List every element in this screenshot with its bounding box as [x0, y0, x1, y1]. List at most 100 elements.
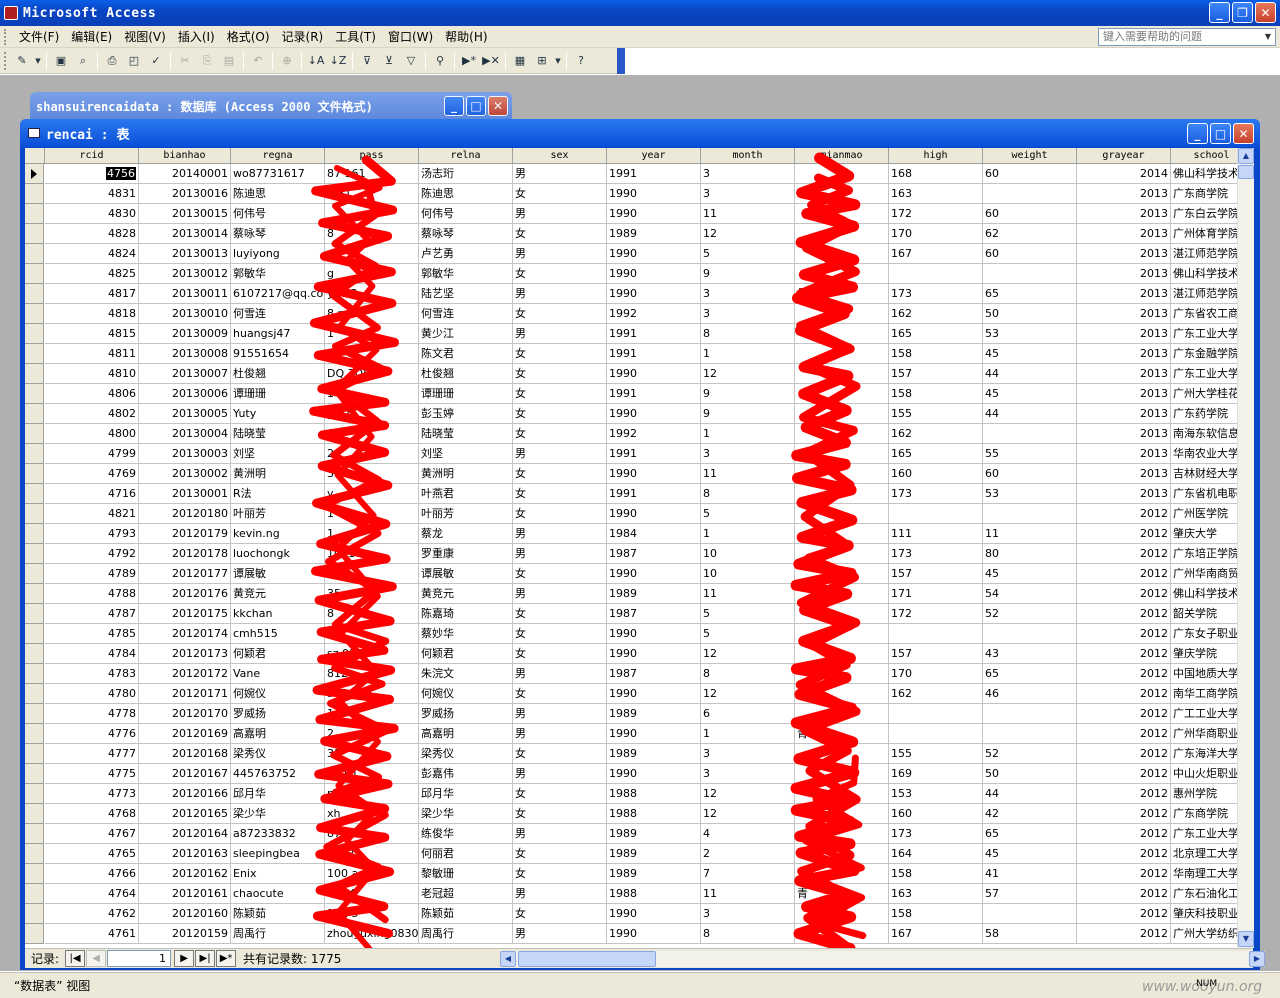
- table-cell-relna[interactable]: 黄竞元: [419, 584, 513, 604]
- table-cell-sex[interactable]: 男: [513, 324, 607, 344]
- table-cell-high[interactable]: 173: [889, 544, 983, 564]
- table-cell-year[interactable]: 1988: [607, 804, 701, 824]
- table-cell-rcid[interactable]: 4756: [45, 164, 139, 184]
- table-cell-month[interactable]: 8: [701, 484, 795, 504]
- new-object-dropdown-icon[interactable]: ▼: [554, 51, 562, 71]
- table-cell-pass[interactable]: 100 aa: [325, 864, 419, 884]
- table-cell-regna[interactable]: 叶丽芳: [231, 504, 325, 524]
- table-cell-mianmao[interactable]: [795, 444, 889, 464]
- table-cell-grayear[interactable]: 2012: [1077, 884, 1171, 904]
- row-selector[interactable]: [25, 544, 44, 564]
- table-cell-regna[interactable]: 6107217@qq.com: [231, 284, 325, 304]
- table-cell-pass[interactable]: y j 13: [325, 284, 419, 304]
- column-header-month[interactable]: month: [701, 148, 795, 164]
- filter-by-form-icon[interactable]: ⊻: [379, 51, 399, 71]
- table-cell-year[interactable]: 1990: [607, 684, 701, 704]
- row-selector[interactable]: [25, 684, 44, 704]
- table-cell-grayear[interactable]: 2012: [1077, 624, 1171, 644]
- table-cell-year[interactable]: 1990: [607, 364, 701, 384]
- row-selector[interactable]: [25, 744, 44, 764]
- row-selector[interactable]: [25, 524, 44, 544]
- table-cell-mianmao[interactable]: [795, 384, 889, 404]
- table-cell-sex[interactable]: 女: [513, 344, 607, 364]
- table-cell-relna[interactable]: 杜俊翘: [419, 364, 513, 384]
- table-cell-year[interactable]: 1990: [607, 404, 701, 424]
- table-cell-rcid[interactable]: 4780: [45, 684, 139, 704]
- table-cell-pass[interactable]: 87 161: [325, 164, 419, 184]
- table-cell-mianmao[interactable]: 青: [795, 884, 889, 904]
- table-cell-rcid[interactable]: 4768: [45, 804, 139, 824]
- copy-icon[interactable]: ⎘: [197, 51, 217, 71]
- table-cell-month[interactable]: 11: [701, 464, 795, 484]
- table-cell-relna[interactable]: 何丽君: [419, 844, 513, 864]
- table-cell-high[interactable]: 158: [889, 344, 983, 364]
- table-cell-sex[interactable]: 男: [513, 764, 607, 784]
- table-cell-sex[interactable]: 男: [513, 884, 607, 904]
- table-cell-regna[interactable]: 谭珊珊: [231, 384, 325, 404]
- sort-descending-icon[interactable]: ↓Z: [328, 51, 348, 71]
- table-cell-grayear[interactable]: 2012: [1077, 644, 1171, 664]
- table-cell-regna[interactable]: 梁少华: [231, 804, 325, 824]
- table-cell-bianhao[interactable]: 20120164: [139, 824, 231, 844]
- table-cell-pass[interactable]: 8: [325, 604, 419, 624]
- table-cell-pass[interactable]: g: [325, 264, 419, 284]
- table-cell-pass[interactable]: p g1: [325, 404, 419, 424]
- table-cell-high[interactable]: 171: [889, 584, 983, 604]
- table-cell-month[interactable]: 3: [701, 764, 795, 784]
- table-cell-sex[interactable]: 男: [513, 584, 607, 604]
- table-cell-mianmao[interactable]: [795, 264, 889, 284]
- table-cell-weight[interactable]: 65: [983, 664, 1077, 684]
- table-cell-bianhao[interactable]: 20130009: [139, 324, 231, 344]
- table-cell-weight[interactable]: 52: [983, 604, 1077, 624]
- table-cell-bianhao[interactable]: 20120160: [139, 904, 231, 924]
- table-cell-rcid[interactable]: 4824: [45, 244, 139, 264]
- table-cell-bianhao[interactable]: 20130013: [139, 244, 231, 264]
- table-cell-regna[interactable]: 郭敏华: [231, 264, 325, 284]
- table-cell-sex[interactable]: 女: [513, 264, 607, 284]
- table-cell-month[interactable]: 8: [701, 324, 795, 344]
- table-cell-mianmao[interactable]: [795, 164, 889, 184]
- table-cell-weight[interactable]: 46: [983, 684, 1077, 704]
- table-cell-grayear[interactable]: 2012: [1077, 844, 1171, 864]
- table-cell-grayear[interactable]: 2013: [1077, 204, 1171, 224]
- table-cell-regna[interactable]: luochongk: [231, 544, 325, 564]
- undo-icon[interactable]: ↶: [248, 51, 268, 71]
- spelling-icon[interactable]: ✓: [146, 51, 166, 71]
- table-cell-weight[interactable]: 60: [983, 204, 1077, 224]
- table-cell-regna[interactable]: luyiyong: [231, 244, 325, 264]
- table-cell-weight[interactable]: 52: [983, 744, 1077, 764]
- table-cell-pass[interactable]: y: [325, 484, 419, 504]
- table-cell-bianhao[interactable]: 20120180: [139, 504, 231, 524]
- table-cell-weight[interactable]: 43: [983, 644, 1077, 664]
- table-cell-pass[interactable]: 8 ng: [325, 304, 419, 324]
- table-cell-year[interactable]: 1992: [607, 304, 701, 324]
- table-cell-grayear[interactable]: 2013: [1077, 404, 1171, 424]
- table-cell-mianmao[interactable]: [795, 484, 889, 504]
- table-cell-mianmao[interactable]: [795, 204, 889, 224]
- table-cell-relna[interactable]: 郭敏华: [419, 264, 513, 284]
- table-cell-year[interactable]: 1989: [607, 584, 701, 604]
- table-cell-bianhao[interactable]: 20130002: [139, 464, 231, 484]
- table-cell-sex[interactable]: 男: [513, 444, 607, 464]
- table-cell-relna[interactable]: 蔡龙: [419, 524, 513, 544]
- table-cell-high[interactable]: 165: [889, 324, 983, 344]
- table-cell-mianmao[interactable]: [795, 344, 889, 364]
- table-cell-mianmao[interactable]: 员: [795, 284, 889, 304]
- table-cell-high[interactable]: 111: [889, 524, 983, 544]
- maximize-button[interactable]: □: [466, 96, 486, 116]
- table-cell-relna[interactable]: 罗重康: [419, 544, 513, 564]
- table-cell-month[interactable]: 5: [701, 244, 795, 264]
- table-cell-year[interactable]: 1991: [607, 444, 701, 464]
- row-selector[interactable]: [25, 484, 44, 504]
- table-cell-month[interactable]: 1: [701, 344, 795, 364]
- help-question-box[interactable]: 键入需要帮助的问题 ▼: [1098, 28, 1276, 46]
- table-cell-month[interactable]: 12: [701, 364, 795, 384]
- table-cell-grayear[interactable]: 2012: [1077, 924, 1171, 944]
- toolbar-options-icon[interactable]: [617, 48, 625, 74]
- table-cell-rcid[interactable]: 4830: [45, 204, 139, 224]
- table-cell-sex[interactable]: 女: [513, 904, 607, 924]
- table-cell-pass[interactable]: 99: [325, 624, 419, 644]
- table-cell-high[interactable]: 170: [889, 664, 983, 684]
- table-cell-month[interactable]: 12: [701, 644, 795, 664]
- table-cell-high[interactable]: 158: [889, 864, 983, 884]
